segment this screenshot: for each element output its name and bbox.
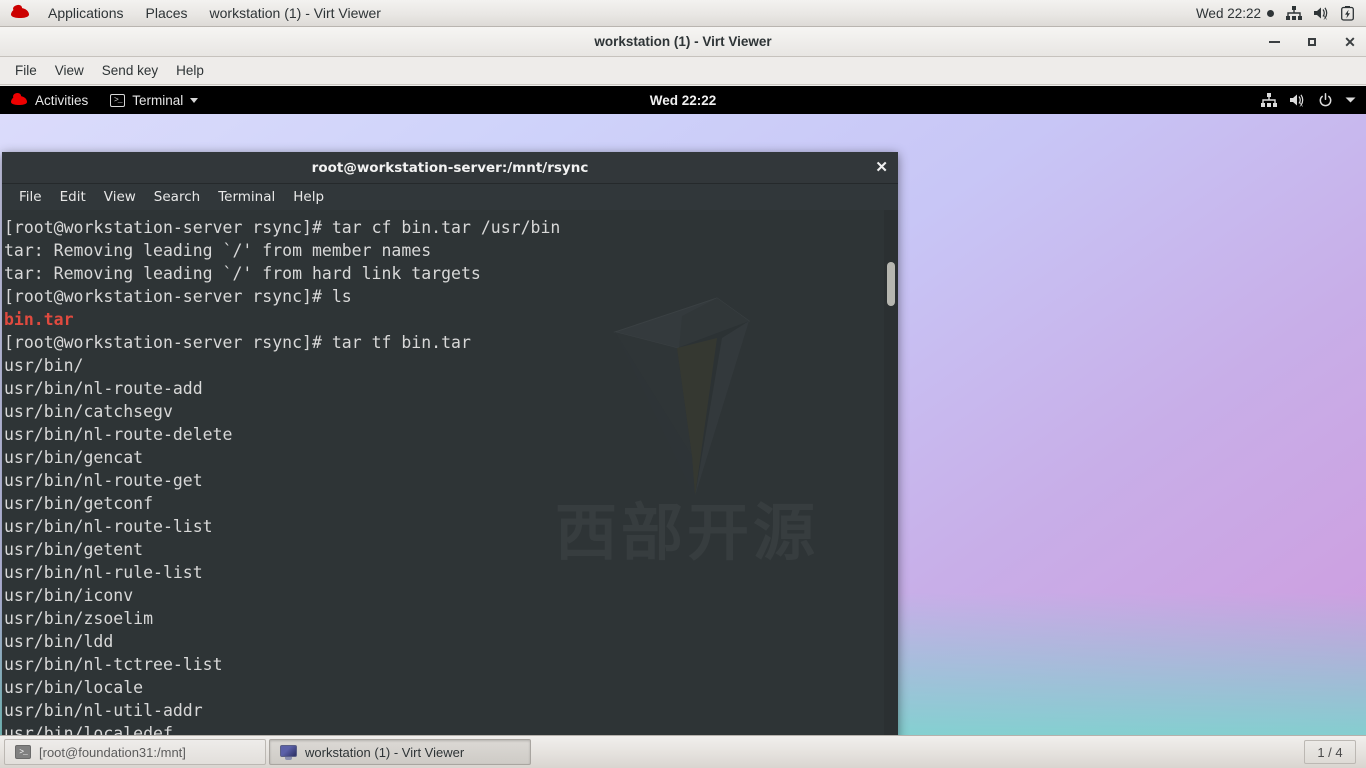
terminal-title: root@workstation-server:/mnt/rsync — [311, 159, 589, 176]
virt-viewer-title: workstation (1) - Virt Viewer — [594, 34, 772, 49]
workspace-pager[interactable]: 1 / 4 — [1304, 740, 1356, 764]
virt-viewer-titlebar[interactable]: workstation (1) - Virt Viewer ✕ — [0, 27, 1366, 57]
term-menu-edit[interactable]: Edit — [51, 186, 95, 208]
term-menu-terminal[interactable]: Terminal — [209, 186, 284, 208]
redhat-logo-icon — [10, 93, 28, 107]
host-active-window-label[interactable]: workstation (1) - Virt Viewer — [199, 2, 392, 24]
host-menu-applications[interactable]: Applications — [37, 2, 135, 24]
terminal-line: [root@workstation-server rsync]# ls — [4, 285, 898, 308]
terminal-line: usr/bin/localedef — [4, 724, 173, 735]
guest-desktop: Activities >_ Terminal Wed 22:22 x root@… — [0, 86, 1366, 735]
terminal-line: usr/bin/zsoelim — [4, 609, 154, 628]
vv-menu-view[interactable]: View — [46, 59, 93, 82]
terminal-line: usr/bin/catchsegv — [4, 402, 173, 421]
screen-root: Applications Places workstation (1) - Vi… — [0, 0, 1366, 768]
network-icon[interactable] — [1286, 6, 1302, 20]
taskbar-item-virt-viewer[interactable]: workstation (1) - Virt Viewer — [269, 739, 531, 765]
volume-muted-icon[interactable]: x — [1289, 93, 1306, 107]
guest-app-name: Terminal — [132, 92, 184, 108]
monitor-icon — [280, 744, 297, 760]
vv-menu-help[interactable]: Help — [167, 59, 213, 82]
terminal-command: tar tf bin.tar — [331, 333, 471, 352]
terminal-prompt: [root@workstation-server rsync]# — [4, 287, 332, 306]
host-clock[interactable]: Wed 22:22 — [1196, 6, 1286, 21]
terminal-line: tar: Removing leading `/' from hard link… — [4, 264, 481, 283]
term-menu-search[interactable]: Search — [145, 186, 209, 208]
chevron-down-icon — [190, 97, 199, 103]
terminal-line: usr/bin/locale — [4, 678, 144, 697]
terminal-prompt: [root@workstation-server rsync]# — [4, 333, 332, 352]
terminal-icon: >_ — [110, 93, 126, 107]
terminal-line: [root@workstation-server rsync]# tar cf … — [4, 216, 898, 239]
network-icon[interactable] — [1261, 93, 1277, 107]
terminal-line: usr/bin/nl-route-delete — [4, 425, 233, 444]
terminal-line: usr/bin/ — [4, 356, 84, 375]
gnome-terminal-window: root@workstation-server:/mnt/rsync ✕ Fil… — [2, 152, 898, 735]
terminal-command: tar cf bin.tar /usr/bin — [331, 218, 561, 237]
terminal-line: tar: Removing leading `/' from member na… — [4, 241, 432, 260]
close-button[interactable]: ✕ — [1342, 34, 1358, 50]
host-menu-places[interactable]: Places — [135, 2, 199, 24]
terminal-menubar: File Edit View Search Terminal Help — [2, 184, 898, 210]
terminal-output: [root@workstation-server rsync]# tar cf … — [2, 210, 898, 735]
activities-label: Activities — [35, 92, 89, 108]
virt-viewer-window: workstation (1) - Virt Viewer ✕ File Vie… — [0, 27, 1366, 735]
terminal-line: usr/bin/getconf — [4, 494, 154, 513]
svg-text:x: x — [1300, 102, 1304, 108]
guest-top-bar: Activities >_ Terminal Wed 22:22 x — [0, 86, 1366, 114]
vv-menu-file[interactable]: File — [6, 59, 46, 82]
host-taskbar: >_ [root@foundation31:/mnt] workstation … — [0, 735, 1366, 768]
terminal-line: usr/bin/nl-rule-list — [4, 563, 203, 582]
notification-dot-icon — [1267, 9, 1274, 17]
redhat-logo-icon — [10, 5, 30, 21]
taskbar-item-foundation-terminal[interactable]: >_ [root@foundation31:/mnt] — [4, 739, 266, 765]
terminal-scrollbar-thumb[interactable] — [887, 262, 895, 306]
terminal-file-entry: bin.tar — [4, 310, 74, 329]
virt-viewer-menubar: File View Send key Help — [0, 57, 1366, 85]
terminal-line: usr/bin/nl-route-list — [4, 517, 213, 536]
terminal-line: usr/bin/nl-tctree-list — [4, 655, 223, 674]
volume-muted-icon[interactable]: x — [1313, 6, 1330, 20]
chevron-down-icon[interactable] — [1345, 96, 1356, 104]
terminal-close-button[interactable]: ✕ — [875, 160, 888, 175]
taskbar-item-label: [root@foundation31:/mnt] — [39, 744, 186, 760]
term-menu-help[interactable]: Help — [284, 186, 333, 208]
terminal-line: usr/bin/nl-util-addr — [4, 701, 203, 720]
terminal-prompt: [root@workstation-server rsync]# — [4, 218, 332, 237]
guest-app-menu[interactable]: >_ Terminal — [100, 93, 208, 108]
svg-text:x: x — [1324, 15, 1328, 21]
terminal-body[interactable]: 西部开源 [root@workstation-server rsync]# ta… — [2, 210, 898, 735]
minimize-button[interactable] — [1266, 34, 1282, 50]
term-menu-file[interactable]: File — [10, 186, 51, 208]
vv-menu-send-key[interactable]: Send key — [93, 59, 167, 82]
host-top-panel: Applications Places workstation (1) - Vi… — [0, 0, 1366, 27]
maximize-button[interactable] — [1304, 34, 1320, 50]
terminal-line: usr/bin/ldd — [4, 632, 114, 651]
virt-viewer-window-controls: ✕ — [1266, 34, 1358, 50]
terminal-line: usr/bin/iconv — [4, 586, 134, 605]
host-tray: x — [1286, 5, 1366, 21]
terminal-scrollbar[interactable] — [884, 210, 898, 735]
power-icon[interactable] — [1318, 92, 1333, 108]
taskbar-item-label: workstation (1) - Virt Viewer — [305, 744, 465, 760]
terminal-line: [root@workstation-server rsync]# tar tf … — [4, 331, 898, 354]
terminal-titlebar[interactable]: root@workstation-server:/mnt/rsync ✕ — [2, 152, 898, 184]
terminal-line: usr/bin/getent — [4, 540, 144, 559]
terminal-line: usr/bin/nl-route-get — [4, 471, 203, 490]
term-menu-view[interactable]: View — [95, 186, 145, 208]
host-clock-text: Wed 22:22 — [1195, 5, 1261, 21]
terminal-line: usr/bin/gencat — [4, 448, 144, 467]
terminal-line: bin.tar — [4, 308, 898, 331]
terminal-icon: >_ — [15, 745, 31, 759]
battery-icon[interactable] — [1341, 5, 1354, 21]
activities-button[interactable]: Activities — [0, 93, 100, 108]
guest-tray: x — [1261, 92, 1356, 108]
terminal-command: ls — [331, 287, 352, 306]
terminal-line: usr/bin/nl-route-add — [4, 379, 203, 398]
